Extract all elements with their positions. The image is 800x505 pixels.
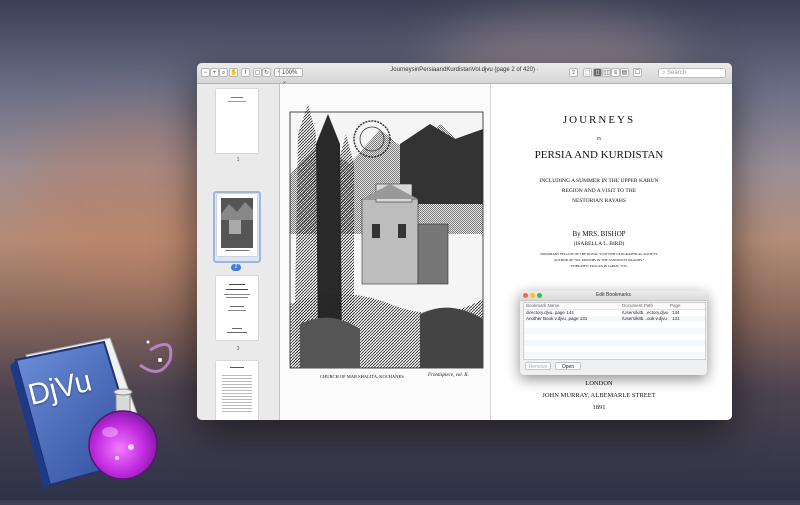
bookmark-path: /Users/kitb...ook v.djvu: [622, 316, 667, 321]
dialog-title: Edit Bookmarks: [595, 292, 631, 298]
page-left: CHURCH OF MAR SHALITA, KOCHANES. Frontis…: [280, 84, 490, 420]
thumbnail-page-2[interactable]: [217, 194, 257, 256]
plate-caption: CHURCH OF MAR SHALITA, KOCHANES.: [320, 374, 405, 379]
column-header[interactable]: Page: [670, 303, 681, 308]
zoom-button[interactable]: [537, 293, 542, 298]
page-label: 1: [236, 157, 240, 163]
continuous-icon[interactable]: ≡: [611, 68, 620, 77]
edit-bookmarks-dialog: Edit Bookmarks Bookmark Name Document Pa…: [520, 291, 707, 375]
book-year: 1891: [592, 404, 606, 411]
share-icon[interactable]: ⇪: [569, 68, 578, 77]
book-description-2: REGION AND A VISIT TO THE: [561, 188, 637, 194]
two-page-icon[interactable]: ▯▯: [602, 68, 611, 77]
remove-button[interactable]: Remove: [525, 362, 551, 370]
single-page-icon[interactable]: ▯: [593, 68, 602, 77]
document-title: JourneysinPersiaandKurdistanVol.djvu (pa…: [390, 67, 539, 73]
app-icon: DjVu: [0, 300, 200, 500]
bookmarks-table: Bookmark Name Document Path Page directo…: [523, 302, 706, 360]
minimize-button[interactable]: [530, 293, 535, 298]
book-city: LONDON: [585, 380, 613, 387]
column-header[interactable]: Document Path: [622, 303, 653, 308]
bookmark-icon[interactable]: ☐: [633, 68, 642, 77]
book-author-alias: (ISABELLA L. BIRD): [573, 241, 625, 247]
bookmark-page: 144: [672, 310, 680, 315]
frontispiece-engraving: [289, 104, 484, 369]
book-author-works: AUTHOR OF "SIX MONTHS IN THE SANDWICH IS…: [553, 258, 645, 262]
sidebar-icon[interactable]: ▤: [620, 68, 629, 77]
plate-frontispiece-note: Frontispiece, vol. II.: [428, 373, 469, 378]
bookmark-path: /Users/kitb...ectory.djvu: [622, 310, 669, 315]
toolbar: − + ⌕ ✋ I ▢ ↻ ◔ 100% ⌄ JourneysinPersiaa…: [197, 63, 732, 85]
book-title-in: IN: [596, 136, 602, 141]
thumbnail-page-3[interactable]: [216, 276, 258, 340]
page-badge-selected: 2: [231, 264, 241, 271]
search-field[interactable]: ⌕ Search: [658, 68, 726, 78]
open-button[interactable]: Open: [555, 362, 581, 370]
thumbnail-page-4[interactable]: [216, 361, 258, 420]
search-placeholder: Search: [667, 70, 687, 76]
bookmark-name: Another Book v.djvu, page 131: [526, 316, 588, 321]
thumbnail-engraving: [221, 198, 253, 251]
book-author-fellow: HONORARY FELLOW OF THE ROYAL SCOTTISH GE…: [540, 252, 658, 256]
thumbnail-page-1[interactable]: [216, 89, 258, 153]
book-title: JOURNEYS: [562, 114, 636, 126]
page-label: 3: [236, 346, 240, 352]
book-author-works-2: "UNBEATEN TRACKS IN JAPAN," ETC.: [569, 264, 629, 268]
book-description-3: NESTORIAN RAYAHS: [572, 198, 626, 204]
bookmark-name: directory.djvu, page 144: [526, 310, 574, 315]
book-subtitle: PERSIA AND KURDISTAN: [534, 149, 664, 161]
thumbnail-sidebar: 1 2 3 4: [197, 84, 280, 420]
book-publisher: JOHN MURRAY, ALBEMARLE STREET: [542, 392, 656, 399]
book-author: By MRS. BISHOP: [572, 230, 626, 238]
close-button[interactable]: [523, 293, 528, 298]
book-description-1: INCLUDING A SUMMER IN THE UPPER KARUN: [539, 178, 659, 184]
bookmark-page: 131: [672, 316, 680, 321]
search-icon: ⌕: [662, 70, 666, 76]
column-header[interactable]: Bookmark Name: [526, 303, 560, 308]
select-icon[interactable]: ⬚: [583, 68, 592, 77]
dialog-titlebar: Edit Bookmarks: [520, 291, 707, 301]
table-row[interactable]: Another Book v.djvu, page 131 /Users/kit…: [524, 316, 705, 322]
